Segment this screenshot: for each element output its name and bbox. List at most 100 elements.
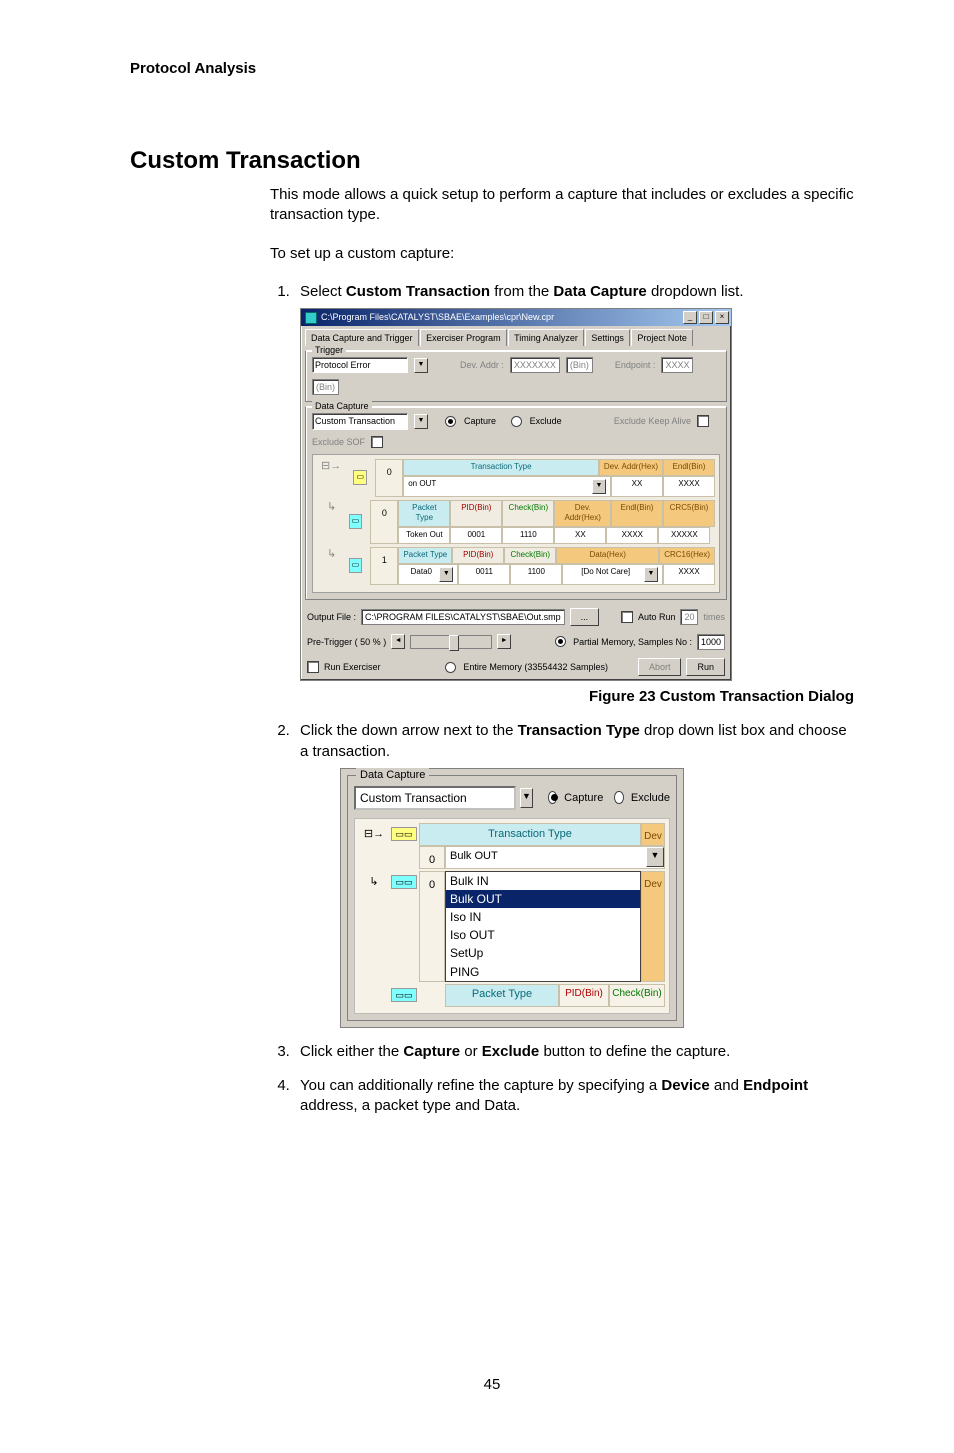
check-header: Check(Bin) <box>609 984 665 1007</box>
packet-type-select[interactable]: Data0▼ <box>398 564 458 585</box>
exclude-keepalive-label: Exclude Keep Alive <box>614 415 691 427</box>
output-file-label: Output File : <box>307 611 356 623</box>
tab-timing[interactable]: Timing Analyzer <box>508 329 584 346</box>
col-hdr: Transaction Type <box>403 459 599 476</box>
packet-icon: ▭ <box>353 470 367 485</box>
auto-run-value[interactable]: 20 <box>680 609 698 625</box>
dev-header: Dev <box>641 871 665 982</box>
trigger-group: Trigger Protocol Error▼ Dev. Addr : XXXX… <box>305 350 727 402</box>
col-hdr: PID(Bin) <box>450 500 502 528</box>
scroll-right-icon[interactable]: ► <box>497 634 511 649</box>
list-item[interactable]: Iso IN <box>446 908 640 926</box>
trigger-legend: Trigger <box>312 344 346 356</box>
transaction-type-select[interactable]: on OUT ▼ <box>403 476 611 497</box>
tab-settings[interactable]: Settings <box>585 329 630 346</box>
cell-value[interactable]: XXXX <box>663 476 715 497</box>
col-hdr: CRC16(Hex) <box>659 547 715 564</box>
intro-paragraph-1: This mode allows a quick setup to perfor… <box>270 185 854 226</box>
data-capture-select[interactable]: Custom Transaction <box>312 413 408 429</box>
trigger-select[interactable]: Protocol Error <box>312 357 408 373</box>
step-1: Select Custom Transaction from the Data … <box>294 282 854 708</box>
auto-run-check[interactable] <box>621 611 633 623</box>
list-item[interactable]: PING <box>446 963 640 981</box>
maximize-button[interactable]: □ <box>699 311 713 324</box>
transaction-timeline: ⊟→ ▭ 0 Transaction Type Dev. Addr(Hex) E… <box>312 454 720 593</box>
packet-icon: ▭▭ <box>391 875 416 889</box>
data-capture-legend: Data Capture <box>356 768 429 783</box>
packet-icon: ▭▭ <box>391 827 416 841</box>
cell-value: XXXX <box>606 527 658 544</box>
scroll-left-icon[interactable]: ◄ <box>391 634 405 649</box>
chevron-down-icon[interactable]: ▼ <box>414 358 428 373</box>
endpoint-field[interactable]: XXXX <box>661 357 693 373</box>
page-number: 45 <box>130 1376 854 1393</box>
cell-value[interactable]: XX <box>611 476 663 497</box>
col-hdr: Data(Hex) <box>556 547 659 564</box>
list-item[interactable]: SetUp <box>446 944 640 962</box>
tab-strip: Data Capture and Trigger Exerciser Progr… <box>301 326 731 346</box>
chevron-down-icon[interactable]: ▼ <box>644 567 658 582</box>
list-item[interactable]: Bulk IN <box>446 872 640 890</box>
capture-radio[interactable] <box>548 791 557 804</box>
exclude-sof-check[interactable] <box>371 436 383 448</box>
chevron-down-icon[interactable]: ▼ <box>592 479 606 494</box>
chevron-down-icon[interactable]: ▼ <box>646 847 664 867</box>
minimize-button[interactable]: _ <box>683 311 697 324</box>
cell-value: 1110 <box>502 527 554 544</box>
abort-button[interactable]: Abort <box>638 658 682 676</box>
dev-addr-unit: (Bin) <box>566 357 593 373</box>
list-item[interactable]: Bulk OUT <box>446 890 640 908</box>
run-button[interactable]: Run <box>686 658 725 676</box>
samples-field[interactable]: 1000 <box>697 634 725 650</box>
packet-type-header: Packet Type <box>445 984 559 1007</box>
tab-project-note[interactable]: Project Note <box>631 329 693 346</box>
intro-paragraph-2: To set up a custom capture: <box>270 244 854 264</box>
chevron-down-icon[interactable]: ▼ <box>439 567 453 582</box>
data-select[interactable]: [Do Not Care]▼ <box>562 564 663 585</box>
exclude-radio[interactable] <box>614 791 623 804</box>
window-title: C:\Program Files\CATALYST\SBAE\Examples\… <box>321 311 554 323</box>
exclude-radio[interactable] <box>511 416 522 427</box>
run-exerciser-check[interactable] <box>307 661 319 673</box>
capture-radio[interactable] <box>445 416 456 427</box>
step-4: You can additionally refine the capture … <box>294 1076 854 1117</box>
data-capture-zoom: Data Capture Custom Transaction▼ Capture… <box>340 768 684 1028</box>
tree-connector-icon: ⊟→ <box>317 459 345 497</box>
col-hdr: CRC5(Bin) <box>663 500 715 528</box>
output-file-field[interactable]: C:\PROGRAM FILES\CATALYST\SBAE\Out.smp <box>361 609 565 625</box>
page-title: Custom Transaction <box>130 147 854 175</box>
data-capture-select[interactable]: Custom Transaction <box>354 786 516 810</box>
col-hdr: Packet Type <box>398 500 450 528</box>
packet-icon: ▭▭ <box>391 988 416 1002</box>
chevron-down-icon[interactable]: ▼ <box>414 414 428 429</box>
row-number: 0 <box>419 871 445 982</box>
step-2: Click the down arrow next to the Transac… <box>294 721 854 1027</box>
step-3: Click either the Capture or Exclude butt… <box>294 1042 854 1062</box>
list-item[interactable]: Iso OUT <box>446 926 640 944</box>
cell-value: 0011 <box>458 564 510 585</box>
col-hdr: Check(Bin) <box>504 547 556 564</box>
cell-value: XXXX <box>663 564 715 585</box>
pretrigger-slider[interactable] <box>410 635 492 649</box>
partial-memory-radio[interactable] <box>555 636 566 647</box>
browse-button[interactable]: ... <box>570 608 600 626</box>
row-number: 0 <box>370 500 398 544</box>
exclude-keepalive-check[interactable] <box>697 415 709 427</box>
tab-exerciser[interactable]: Exerciser Program <box>420 329 507 346</box>
arrow-icon: ↳ <box>359 871 389 982</box>
pid-header: PID(Bin) <box>559 984 609 1007</box>
chevron-down-icon[interactable]: ▼ <box>520 788 533 808</box>
entire-memory-label: Entire Memory (33554432 Samples) <box>463 661 608 673</box>
cell-value: 0001 <box>450 527 502 544</box>
transaction-type-options[interactable]: Bulk IN Bulk OUT Iso IN Iso OUT SetUp PI… <box>445 871 641 982</box>
close-button[interactable]: × <box>715 311 729 324</box>
tree-connector-icon: ⊟→ <box>359 823 389 869</box>
row-number: 1 <box>370 547 398 585</box>
transaction-type-select[interactable]: Bulk OUT▼ <box>445 846 665 869</box>
dev-addr-field[interactable]: XXXXXXX <box>510 357 560 373</box>
cell-value: XXXXX <box>658 527 710 544</box>
col-hdr: Dev. Addr(Hex) <box>554 500 611 528</box>
partial-memory-label: Partial Memory, Samples No : <box>573 636 692 648</box>
entire-memory-radio[interactable] <box>445 662 456 673</box>
running-header: Protocol Analysis <box>130 60 854 77</box>
